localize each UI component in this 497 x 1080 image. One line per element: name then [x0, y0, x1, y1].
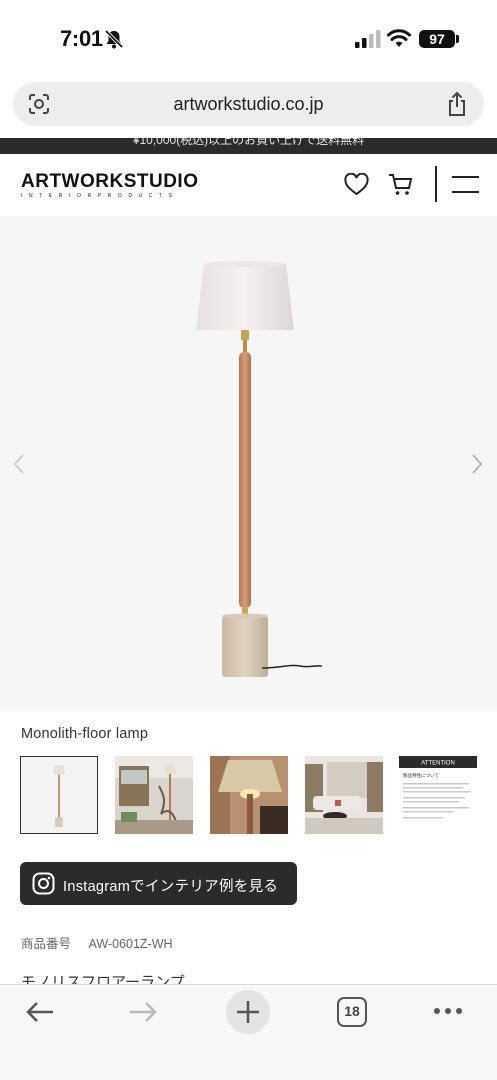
thumbnail-4[interactable]: [305, 756, 383, 834]
header-divider: [435, 166, 437, 202]
battery-icon: 97: [419, 30, 455, 48]
thumbnail-strip: ATTENTION 製品特性について: [20, 756, 480, 836]
menu-icon[interactable]: [452, 176, 479, 193]
thumbnail-5-attention[interactable]: ATTENTION 製品特性について: [399, 756, 477, 834]
logo-main-text: ARTWORKSTUDIO: [21, 171, 199, 192]
tabs-icon[interactable]: 18: [337, 997, 367, 1027]
site-logo[interactable]: ARTWORKSTUDIO INTERIORPRODUCTS: [21, 171, 199, 199]
address-bar[interactable]: artworkstudio.co.jp: [13, 82, 484, 126]
product-code-label: 商品番号: [21, 937, 72, 951]
site-header: ARTWORKSTUDIO INTERIORPRODUCTS: [0, 154, 497, 216]
battery-tip: [456, 35, 459, 43]
heart-icon[interactable]: [344, 173, 369, 196]
instagram-button[interactable]: Instagramでインテリア例を見る: [20, 862, 297, 905]
product-main-image: [196, 261, 323, 677]
signal-icon: [355, 30, 381, 48]
thumbnail-1[interactable]: [20, 756, 98, 834]
thumbnail-2[interactable]: [115, 756, 193, 834]
new-tab-button[interactable]: [226, 990, 270, 1034]
bell-muted-icon: [104, 29, 124, 49]
instagram-icon: [32, 872, 55, 895]
announcement-bar: ¥10,000(税込)以上のお買い上げで送料無料: [0, 138, 497, 154]
product-code-row: 商品番号 AW-0601Z-WH: [21, 933, 173, 952]
cart-icon[interactable]: [388, 172, 413, 197]
plus-icon: [237, 1001, 259, 1023]
logo-sub-text: INTERIORPRODUCTS: [21, 193, 179, 199]
announcement-text: ¥10,000(税込)以上のお買い上げで送料無料: [132, 138, 365, 147]
previous-image-arrow[interactable]: [12, 453, 26, 475]
product-name-jp: モノリスフロアーランプ: [21, 974, 185, 984]
next-image-arrow[interactable]: [470, 453, 484, 475]
wifi-icon: [387, 29, 411, 47]
status-bar: 7:01 97: [0, 0, 497, 74]
status-time: 7:01: [60, 26, 103, 51]
thumbnail-3[interactable]: [210, 756, 288, 834]
product-image-carousel[interactable]: [0, 216, 497, 711]
product-title: Monolith-floor lamp: [21, 726, 149, 742]
back-arrow-icon[interactable]: [25, 1001, 55, 1023]
product-code-value: AW-0601Z-WH: [88, 937, 173, 951]
forward-arrow-icon[interactable]: [128, 1001, 158, 1023]
instagram-button-label: Instagramでインテリア例を見る: [63, 879, 279, 895]
browser-toolbar: 18: [0, 984, 497, 1080]
attention-title: ATTENTION: [421, 761, 455, 767]
share-icon[interactable]: [446, 91, 468, 117]
more-icon[interactable]: [433, 1007, 463, 1015]
url-text[interactable]: artworkstudio.co.jp: [13, 94, 484, 115]
attention-heading: 製品特性について: [403, 772, 439, 779]
